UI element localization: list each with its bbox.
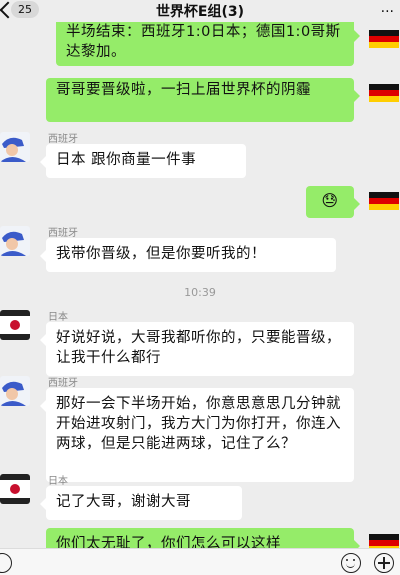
timestamp: 10:39 [184, 286, 216, 299]
spain-player-icon[interactable] [0, 132, 30, 162]
emoji-icon[interactable] [341, 553, 361, 573]
japan-flag-icon[interactable] [0, 310, 30, 340]
message-list[interactable]: 半场结束：西班牙1:0日本；德国1:0哥斯达黎加。 哥哥要晋级啦，一扫上届世界杯… [0, 22, 400, 548]
sender-name: 西班牙 [48, 378, 78, 389]
sender-name: 西班牙 [48, 134, 78, 145]
spain-player-icon[interactable] [0, 226, 30, 256]
plus-icon[interactable] [374, 553, 394, 573]
germany-flag-icon[interactable] [369, 186, 399, 216]
message-bubble[interactable]: 日本 跟你商量一件事 [40, 144, 246, 178]
more-button[interactable]: ··· [381, 4, 394, 20]
message-bubble[interactable]: 😓 [306, 186, 360, 218]
message-bubble[interactable]: 好说好说，大哥我都听你的，只要能晋级，让我干什么都行 [40, 322, 354, 376]
chat-header: 25 世界杯E组(3) ··· [0, 0, 400, 22]
message-bubble[interactable]: 我带你晋级，但是你要听我的！ [40, 238, 336, 272]
germany-flag-icon[interactable] [369, 78, 399, 108]
message-bubble[interactable]: 你们太无耻了，你们怎么可以这样 [46, 528, 360, 548]
message-bubble[interactable]: 记了大哥，谢谢大哥 [40, 486, 242, 520]
input-bar [0, 548, 400, 575]
voice-icon[interactable] [0, 553, 12, 573]
spain-player-icon[interactable] [0, 376, 30, 406]
sender-name: 日本 [48, 312, 68, 323]
germany-flag-icon[interactable] [369, 24, 399, 54]
germany-flag-icon[interactable] [369, 528, 399, 548]
chat-title: 世界杯E组(3) [155, 4, 245, 20]
message-bubble[interactable]: 哥哥要晋级啦，一扫上届世界杯的阴霾 [46, 78, 360, 122]
sender-name: 日本 [48, 476, 68, 487]
sender-name: 西班牙 [48, 228, 78, 239]
message-bubble[interactable]: 那好一会下半场开始，你意思意思几分钟就开始进攻射门，我方大门为你打开，你连入两球… [40, 388, 354, 482]
message-bubble[interactable]: 半场结束：西班牙1:0日本；德国1:0哥斯达黎加。 [56, 22, 360, 66]
japan-flag-icon[interactable] [0, 474, 30, 504]
